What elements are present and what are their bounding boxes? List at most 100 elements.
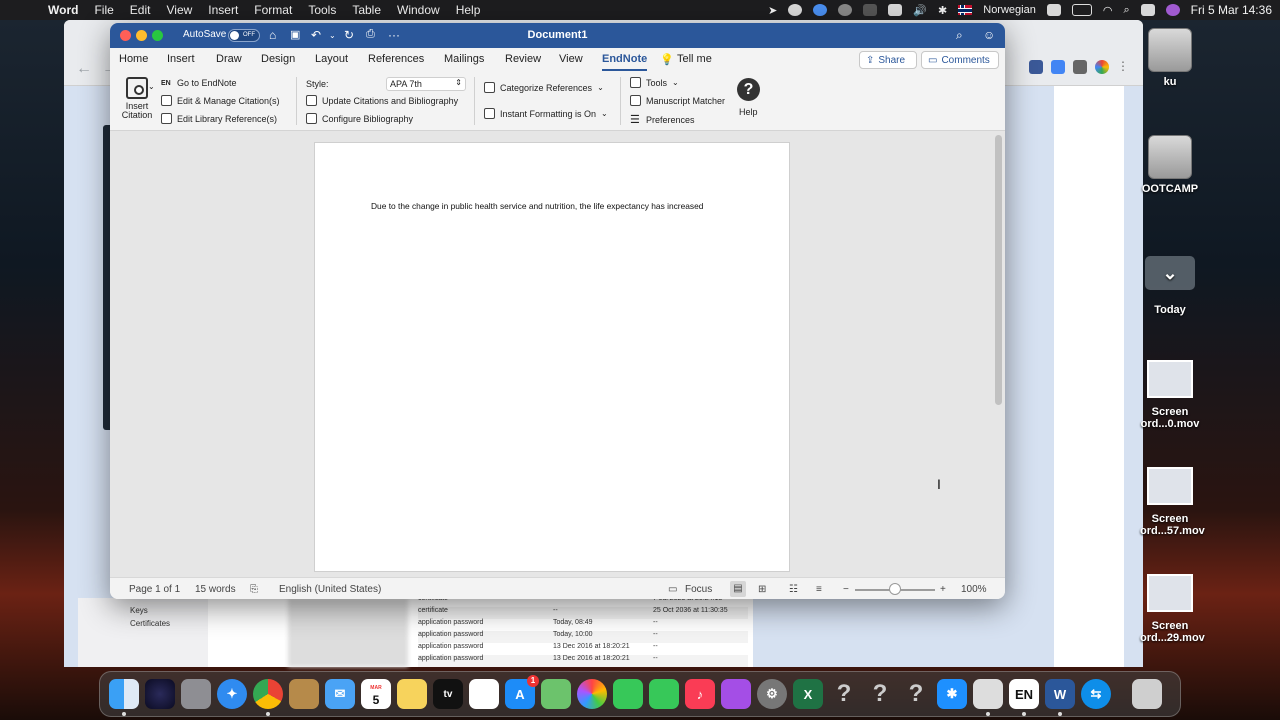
chrome-icon[interactable] [253,679,283,716]
menu-app-word[interactable]: Word [40,3,86,17]
mail-icon[interactable]: ✉ [325,679,355,709]
smiley-feedback-icon[interactable]: ☺ [983,28,995,42]
manuscript-matcher-button[interactable]: Manuscript Matcher [630,95,725,106]
desktop-disk-bootcamp[interactable]: OOTCAMP [1140,135,1200,195]
teamviewer-icon[interactable]: ⇆ [1081,679,1111,709]
help-label[interactable]: Help [739,107,758,117]
keychain-row[interactable]: application password Today, 08:49 -- [418,619,748,631]
update-citations-button[interactable]: Update Citations and Bibliography [306,95,458,106]
tools-button[interactable]: Tools ⌄ [630,77,679,88]
tab-home[interactable]: Home [119,53,148,65]
search-icon[interactable]: ⌕ [956,28,963,43]
style-select[interactable]: APA 7th ⇕ [386,77,466,91]
save-icon[interactable]: ▣ [290,28,300,41]
chrome-profile-icon[interactable] [1095,60,1109,74]
bluetooth-icon[interactable]: ✱ [937,679,967,709]
translate-icon[interactable] [1051,60,1065,74]
preferences-button[interactable]: ☰ Preferences [630,113,695,126]
calendar-icon[interactable]: MAR 5 [361,679,391,709]
zoom-out-icon[interactable]: − [843,584,849,595]
language-label[interactable]: English (United States) [279,584,381,595]
more-menu-icon[interactable]: ⋮ [1117,60,1131,74]
reminders-icon[interactable] [469,679,499,709]
focus-button[interactable]: Focus [685,584,712,595]
maps-icon[interactable] [541,679,571,709]
siri-icon[interactable] [145,679,175,709]
keychain-row[interactable]: application password 13 Dec 2016 at 18:20… [418,643,748,655]
unknown-app-icon[interactable]: ? [901,679,931,709]
word-icon[interactable]: W [1045,679,1075,716]
siri-icon[interactable] [1165,4,1180,16]
volume-icon[interactable]: 🔊 [913,4,927,17]
menu-table[interactable]: Table [344,3,389,17]
contacts-icon[interactable] [289,679,319,709]
menu-edit[interactable]: Edit [122,3,159,17]
keychain-row[interactable]: application password Today, 10:00 -- [418,631,748,643]
undo-dropdown-icon[interactable]: ⌄ [329,31,336,40]
page-count[interactable]: Page 1 of 1 [129,584,180,595]
tab-mailings[interactable]: Mailings [444,53,484,65]
stop-icon[interactable] [863,4,878,16]
tab-design[interactable]: Design [261,53,295,65]
status-app-icon[interactable] [838,4,853,16]
desktop-file-screen-recording-1[interactable]: Screen ord...0.mov [1140,360,1200,430]
close-window-button[interactable] [120,30,131,41]
disk-utility-icon[interactable] [973,679,1003,716]
zoom-slider-knob[interactable] [889,583,901,595]
keychain-row[interactable]: certificate -- 25 Oct 2036 at 11:30:35 [418,607,748,619]
norway-flag-icon[interactable] [958,5,973,15]
spotlight-icon[interactable]: ⌕ [1123,4,1129,17]
word-count[interactable]: 15 words [195,584,236,595]
system-preferences-icon[interactable]: ⚙ [757,679,787,709]
edit-library-reference-button[interactable]: Edit Library Reference(s) [161,113,277,124]
undo-icon[interactable]: ↶ [311,28,321,42]
tab-layout[interactable]: Layout [315,53,348,65]
excel-icon[interactable]: X [793,679,823,709]
document-paragraph[interactable]: Due to the change in public health servi… [371,201,703,211]
zoom-in-icon[interactable]: + [940,584,946,595]
facetime-icon[interactable] [649,679,679,709]
menu-view[interactable]: View [158,3,200,17]
desktop-file-screen-recording-2[interactable]: Screen ord...57.mov [1140,467,1205,537]
outline-icon[interactable]: ☷ [789,584,798,595]
menu-file[interactable]: File [86,3,121,17]
podcasts-icon[interactable] [721,679,751,709]
keychain-row[interactable]: application password 13 Dec 2016 at 18:20… [418,655,748,667]
more-icon[interactable]: ··· [388,28,400,42]
tab-review[interactable]: Review [505,53,541,65]
messages-icon[interactable] [613,679,643,709]
input-source-label[interactable]: Norwegian [983,4,1036,16]
zoom-window-button[interactable] [152,30,163,41]
share-button[interactable]: ⇪ Share [859,51,917,69]
notes-icon[interactable] [397,679,427,709]
tab-view[interactable]: View [559,53,583,65]
tab-references[interactable]: References [368,53,424,65]
trash-icon[interactable] [1132,679,1162,709]
menu-tools[interactable]: Tools [300,3,344,17]
categorize-references-button[interactable]: Categorize References ⌄ [484,82,604,93]
tell-me-search[interactable]: Tell me [677,53,712,65]
vertical-scrollbar[interactable] [995,135,1002,405]
record-icon[interactable] [788,4,803,16]
desktop-disk-ku[interactable]: ku [1140,28,1200,88]
menu-window[interactable]: Window [389,3,448,17]
endnote-icon[interactable]: EN [1009,679,1039,716]
document-page[interactable]: Due to the change in public health servi… [314,142,790,572]
edit-manage-citations-button[interactable]: Edit & Manage Citation(s) [161,95,280,106]
autosave-toggle[interactable]: OFF [228,29,260,42]
focus-icon[interactable]: ▭ [668,584,677,595]
unknown-app-icon[interactable]: ? [829,679,859,709]
app-store-icon[interactable]: A1 [505,675,539,709]
go-to-endnote-button[interactable]: EN Go to EndNote [161,78,237,88]
comments-button[interactable]: ▭ Comments [921,51,999,69]
help-icon[interactable]: ? [737,78,760,101]
photos-icon[interactable] [577,679,607,709]
teamviewer-icon[interactable] [813,4,828,16]
desktop-file-screen-recording-3[interactable]: Screen ord...29.mov [1140,574,1205,644]
apple-tv-icon[interactable]: tv [433,679,463,709]
wifi-icon[interactable]: ◠ [1103,4,1113,17]
tab-endnote[interactable]: EndNote [602,53,648,71]
print-layout-icon[interactable]: ▤ [730,581,746,597]
menu-help[interactable]: Help [448,3,489,17]
music-icon[interactable]: ♪ [685,679,715,709]
